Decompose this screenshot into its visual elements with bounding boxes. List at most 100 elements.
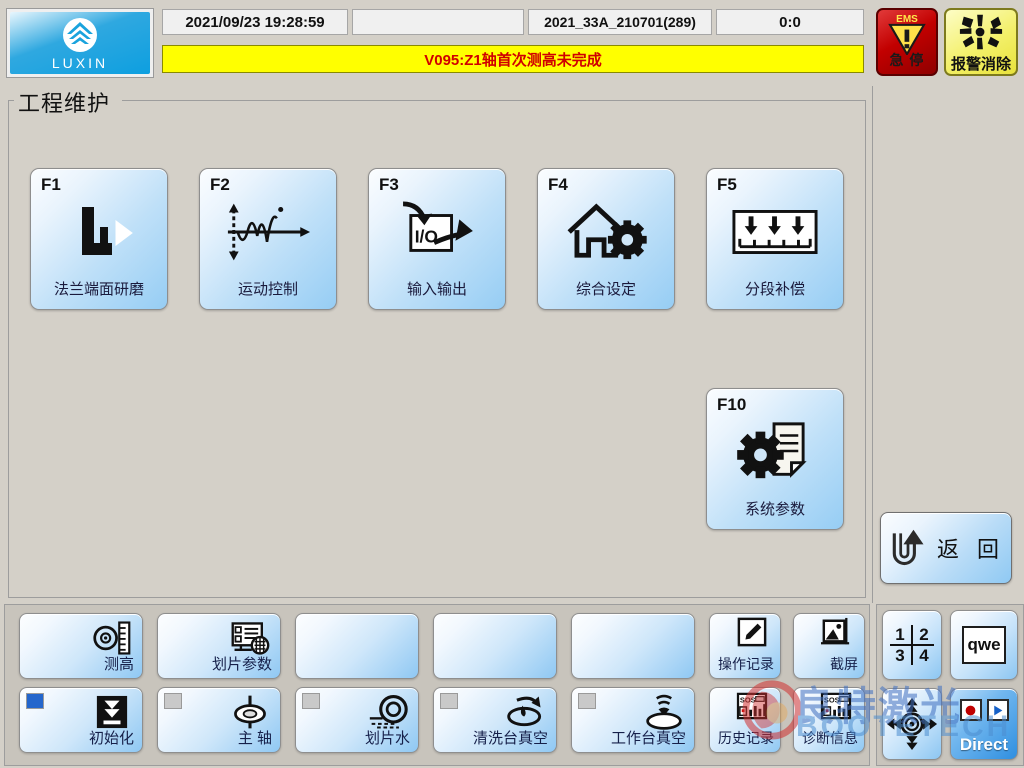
play-icon — [986, 699, 1009, 721]
pencil-note-icon — [735, 617, 769, 647]
luxin-chevron-emblem-icon — [58, 16, 102, 56]
main-content-area: 工程维护 F1 法兰端面研磨 F2 运动控制 F3 I/O 输入输出 F4 综合… — [4, 86, 870, 603]
bottom-button-label: 划片参数 — [211, 656, 272, 673]
bottom-button-empty-2[interactable] — [433, 613, 557, 679]
io-arrows-icon: I/O — [369, 195, 505, 269]
status-led — [440, 693, 458, 709]
height-measure-icon — [92, 619, 132, 657]
bottom-button-operation-log[interactable]: 操作记录 — [709, 613, 781, 679]
function-button-label: 分段补偿 — [744, 281, 805, 298]
brand-logo: LUXIN — [6, 8, 154, 78]
page-title: 工程维护 — [14, 86, 115, 118]
bottom-button-label: 诊断信息 — [802, 730, 858, 746]
bottom-button-spindle[interactable]: 主 轴 — [157, 687, 281, 753]
bottom-button-diagnostics[interactable]: SOS 诊断信息 — [793, 687, 865, 753]
status-led — [26, 693, 44, 709]
hmi-screen: LUXIN 2021/09/23 19:28:59 2021_33A_21070… — [0, 0, 1024, 768]
svg-text:I/O: I/O — [415, 227, 438, 247]
sos-chart-icon: SOS — [819, 691, 853, 721]
keypad-cell: 1 — [895, 624, 905, 644]
numeric-keypad-button[interactable]: 1 2 3 4 — [882, 610, 942, 680]
svg-text:SOS: SOS — [824, 695, 840, 704]
house-gear-icon — [538, 195, 674, 269]
bottom-button-dicing-water[interactable]: 划片水 — [295, 687, 419, 753]
emergency-stop-button[interactable]: EMS 急 停 — [876, 8, 938, 76]
direct-icon-group — [951, 699, 1017, 721]
bottom-button-label: 清洗台真空 — [472, 730, 548, 747]
alarm-message-bar: V095:Z1轴首次测高未完成 — [162, 45, 864, 73]
bottom-toolbar: 测高 划片参数 初始化 主 轴 划片水 清洗台真空 工作台真空 操作记录 截屏 … — [4, 604, 870, 766]
bottom-button-height-measure[interactable]: 测高 — [19, 613, 143, 679]
svg-text:SOS: SOS — [740, 695, 756, 704]
dicing-water-icon — [368, 693, 408, 731]
status-led — [164, 693, 182, 709]
init-download-icon — [92, 693, 132, 731]
bottom-button-history-log[interactable]: SOS 历史记录 — [709, 687, 781, 753]
return-button[interactable]: 返 回 — [880, 512, 1012, 584]
direct-mode-button[interactable]: Direct — [950, 688, 1018, 760]
qwerty-keyboard-icon: qwe — [962, 626, 1006, 664]
function-button-f2[interactable]: F2 运动控制 — [199, 168, 337, 310]
dicing-params-icon — [230, 619, 270, 657]
function-button-label: 输入输出 — [406, 281, 467, 298]
status-led — [578, 693, 596, 709]
table-vacuum-icon — [644, 693, 684, 731]
bottom-button-label: 截屏 — [830, 656, 858, 672]
function-key-label: F2 — [210, 175, 230, 194]
alarm-clear-label: 报警消除 — [950, 56, 1011, 73]
bottom-button-label: 工作台真空 — [610, 730, 686, 747]
bottom-button-label: 主 轴 — [237, 730, 272, 747]
function-button-label: 综合设定 — [575, 281, 636, 298]
segment-compensation-icon — [707, 195, 843, 269]
bottom-button-label: 划片水 — [364, 730, 410, 747]
motion-waveform-icon — [200, 195, 336, 269]
direction-pad-icon — [886, 697, 938, 751]
bottom-button-label: 测高 — [103, 656, 134, 673]
ems-label-cn: 急 停 — [889, 52, 925, 68]
function-button-f1[interactable]: F1 法兰端面研磨 — [30, 168, 168, 310]
bottom-button-clean-vacuum[interactable]: 清洗台真空 — [433, 687, 557, 753]
top-status-bar: LUXIN 2021/09/23 19:28:59 2021_33A_21070… — [0, 0, 1024, 84]
keypad-cell: 3 — [895, 645, 905, 665]
bottom-button-label: 操作记录 — [718, 656, 774, 672]
function-key-label: F1 — [41, 175, 61, 194]
keypad-cell: 4 — [919, 645, 929, 665]
function-button-f3[interactable]: F3 I/O 输入输出 — [368, 168, 506, 310]
bottom-button-screenshot[interactable]: 截屏 — [793, 613, 865, 679]
bottom-button-dicing-params[interactable]: 划片参数 — [157, 613, 281, 679]
bottom-button-empty-1[interactable] — [295, 613, 419, 679]
flange-grinding-icon — [31, 195, 167, 269]
alarm-burst-icon — [958, 12, 1004, 52]
numeric-keypad-icon: 1 2 3 4 — [890, 625, 934, 665]
function-button-f10[interactable]: F10 系统参数 — [706, 388, 844, 530]
screenshot-icon — [819, 617, 853, 647]
status-field-blank — [352, 9, 524, 35]
bottom-button-label: 历史记录 — [718, 730, 774, 746]
direction-pad-button[interactable] — [882, 688, 942, 760]
group-border-right — [122, 100, 866, 101]
alarm-clear-button[interactable]: 报警消除 — [944, 8, 1018, 76]
status-field-datetime: 2021/09/23 19:28:59 — [162, 9, 348, 35]
gear-document-icon — [707, 415, 843, 489]
return-button-label: 返 回 — [936, 537, 1006, 562]
brand-logo-text: LUXIN — [51, 55, 109, 71]
function-key-label: F10 — [717, 395, 747, 414]
status-led — [302, 693, 320, 709]
qwerty-keyboard-button[interactable]: qwe — [950, 610, 1018, 680]
status-field-recipe: 2021_33A_210701(289) — [528, 9, 712, 35]
status-field-counter: 0:0 — [716, 9, 864, 35]
bottom-button-init[interactable]: 初始化 — [19, 687, 143, 753]
bottom-button-label: 初始化 — [88, 730, 134, 747]
function-key-label: F4 — [548, 175, 568, 194]
function-key-label: F5 — [717, 175, 737, 194]
function-button-f4[interactable]: F4 综合设定 — [537, 168, 675, 310]
spindle-icon — [230, 693, 270, 731]
direct-mode-label: Direct — [959, 735, 1009, 754]
sos-chart-icon: SOS — [735, 691, 769, 721]
keypad-cell: 2 — [919, 624, 929, 644]
bottom-button-empty-3[interactable] — [571, 613, 695, 679]
bottom-button-table-vacuum[interactable]: 工作台真空 — [571, 687, 695, 753]
function-button-label: 运动控制 — [237, 281, 298, 298]
function-button-f5[interactable]: F5 分段补偿 — [706, 168, 844, 310]
u-turn-arrow-icon — [887, 526, 929, 570]
